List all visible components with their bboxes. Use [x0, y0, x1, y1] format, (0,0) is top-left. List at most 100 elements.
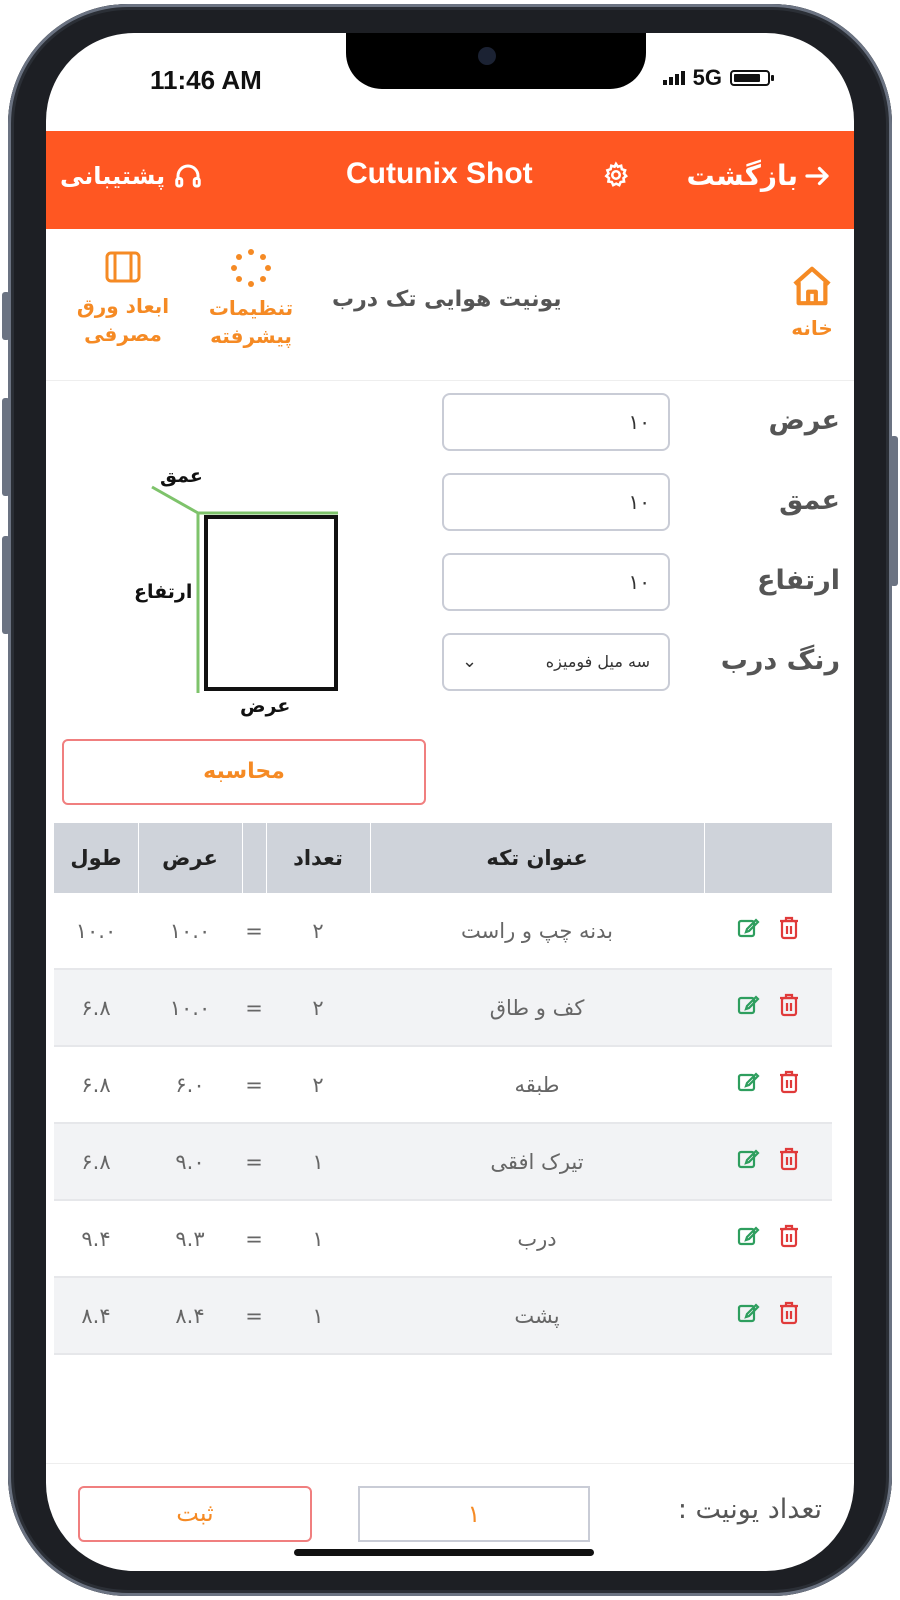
trash-icon[interactable] [778, 1147, 800, 1177]
battery-icon [730, 70, 774, 86]
back-label: بازگشت [686, 159, 798, 192]
cell-width: ۱۰.۰ [169, 995, 211, 1020]
sheet-label-line2: مصرفی [84, 322, 162, 346]
width-input[interactable]: ۱۰ [442, 393, 670, 451]
cell-length: ۶.۸ [81, 1149, 111, 1174]
cell-equals: = [245, 995, 263, 1020]
edit-icon[interactable] [736, 993, 760, 1023]
row-actions [704, 1047, 832, 1122]
back-button[interactable]: بازگشت [686, 159, 832, 192]
app-title: Cutunix Shot [346, 157, 533, 190]
cell-width: ۹.۰ [175, 1149, 205, 1174]
side-button-silent [2, 292, 10, 340]
advanced-settings-button[interactable]: تنظیمات پیشرفته [196, 249, 306, 350]
cell-title: تیرک افقی [490, 1149, 584, 1174]
depth-label: عمق [779, 485, 840, 516]
cell-count: ۲ [312, 995, 324, 1020]
door-color-select[interactable]: سه میل فومیزه ⌄ [442, 633, 670, 691]
trash-icon[interactable] [778, 1224, 800, 1254]
side-button-volume-up [2, 398, 10, 496]
notch [346, 33, 646, 89]
status-indicators: 5G [662, 65, 774, 91]
arrow-right-icon [805, 166, 829, 185]
cell-title: کف و طاق [489, 995, 585, 1020]
page-title: یونیت هوایی تک درب [332, 287, 562, 312]
cell-length: ۶.۸ [81, 995, 111, 1020]
depth-input[interactable]: ۱۰ [442, 473, 670, 531]
side-button-power [890, 436, 898, 586]
header-width: عرض [162, 846, 218, 870]
calculate-button[interactable]: محاسبه [62, 739, 426, 805]
save-button[interactable]: ثبت [78, 1486, 312, 1542]
cell-width: ۱۰.۰ [169, 918, 211, 943]
settings-label-line1: تنظیمات [208, 296, 294, 320]
cell-equals: = [245, 1303, 263, 1328]
cell-title: بدنه چپ و راست [461, 918, 613, 943]
support-button[interactable]: پشتیبانی [60, 161, 203, 191]
headset-icon [175, 164, 201, 188]
cell-title: طبقه [514, 1072, 560, 1097]
side-button-volume-down [2, 536, 10, 634]
trash-icon[interactable] [778, 916, 800, 946]
cell-title: درب [517, 1226, 557, 1251]
edit-icon[interactable] [736, 1224, 760, 1254]
row-actions [704, 1201, 832, 1276]
cell-count: ۲ [312, 1072, 324, 1097]
table-row: ۱۰.۰ ۱۰.۰ = ۲ بدنه چپ و راست [54, 893, 832, 970]
phone-screen: 11:46 AM 5G پشتیبانی Cutunix Shot بازگشت [46, 33, 854, 1571]
diagram-width-label: عرض [240, 695, 291, 717]
toolbar: ابعاد ورق مصرفی تنظیمات پیشرفته یونیت هو… [46, 229, 854, 381]
cell-count: ۱ [312, 1303, 324, 1328]
row-actions [704, 1278, 832, 1353]
diagram-height-label: ارتفاع [134, 581, 193, 603]
cell-count: ۲ [312, 918, 324, 943]
cell-width: ۸.۴ [175, 1303, 205, 1328]
home-indicator [294, 1549, 594, 1556]
table-header: طول عرض تعداد عنوان تکه [54, 823, 832, 893]
edit-icon[interactable] [736, 1147, 760, 1177]
edit-icon[interactable] [736, 1070, 760, 1100]
row-actions [704, 970, 832, 1045]
cell-count: ۱ [312, 1149, 324, 1174]
network-label: 5G [692, 65, 722, 90]
cell-length: ۶.۸ [81, 1072, 111, 1097]
cell-count: ۱ [312, 1226, 324, 1251]
signal-icon [662, 71, 685, 85]
cell-equals: = [245, 1072, 263, 1097]
cell-equals: = [245, 1149, 263, 1174]
door-color-label: رنگ درب [720, 645, 840, 676]
chevron-down-icon: ⌄ [462, 651, 478, 672]
app-header: پشتیبانی Cutunix Shot بازگشت [46, 131, 854, 229]
sheet-label-line1: ابعاد ورق [76, 294, 170, 318]
home-label: خانه [791, 316, 833, 340]
settings-label-line2: پیشرفته [210, 324, 292, 348]
cell-length: ۱۰.۰ [75, 918, 117, 943]
edit-icon[interactable] [736, 1301, 760, 1331]
loader-icon [231, 249, 271, 287]
edit-icon[interactable] [736, 916, 760, 946]
cabinet-diagram: عمق ارتفاع عرض [126, 433, 366, 733]
table-row: ۶.۸ ۹.۰ = ۱ تیرک افقی [54, 1124, 832, 1201]
gear-icon[interactable] [602, 161, 630, 197]
unit-count-input[interactable]: ۱ [358, 1486, 590, 1542]
status-time: 11:46 AM [150, 65, 262, 95]
header-title: عنوان تکه [486, 846, 588, 870]
height-input[interactable]: ۱۰ [442, 553, 670, 611]
cell-length: ۸.۴ [81, 1303, 111, 1328]
cell-length: ۹.۴ [81, 1226, 111, 1251]
trash-icon[interactable] [778, 1301, 800, 1331]
sheet-dimensions-button[interactable]: ابعاد ورق مصرفی [68, 249, 178, 348]
cell-width: ۹.۳ [175, 1226, 205, 1251]
trash-icon[interactable] [778, 1070, 800, 1100]
cell-equals: = [245, 1226, 263, 1251]
depth-line [151, 485, 199, 515]
cabinet-front-rect [204, 515, 338, 691]
table-row: ۹.۴ ۹.۳ = ۱ درب [54, 1201, 832, 1278]
table-body: ۱۰.۰ ۱۰.۰ = ۲ بدنه چپ و راست ۶.۸ ۱۰.۰ = ۲ کف و طا… [54, 893, 832, 1355]
cell-equals: = [245, 918, 263, 943]
row-actions [704, 1124, 832, 1199]
home-button[interactable]: خانه [782, 265, 842, 342]
row-actions [704, 893, 832, 968]
parts-table: طول عرض تعداد عنوان تکه ۱۰.۰ ۱۰.۰ = ۲ بدنه چ… [54, 823, 832, 1355]
trash-icon[interactable] [778, 993, 800, 1023]
